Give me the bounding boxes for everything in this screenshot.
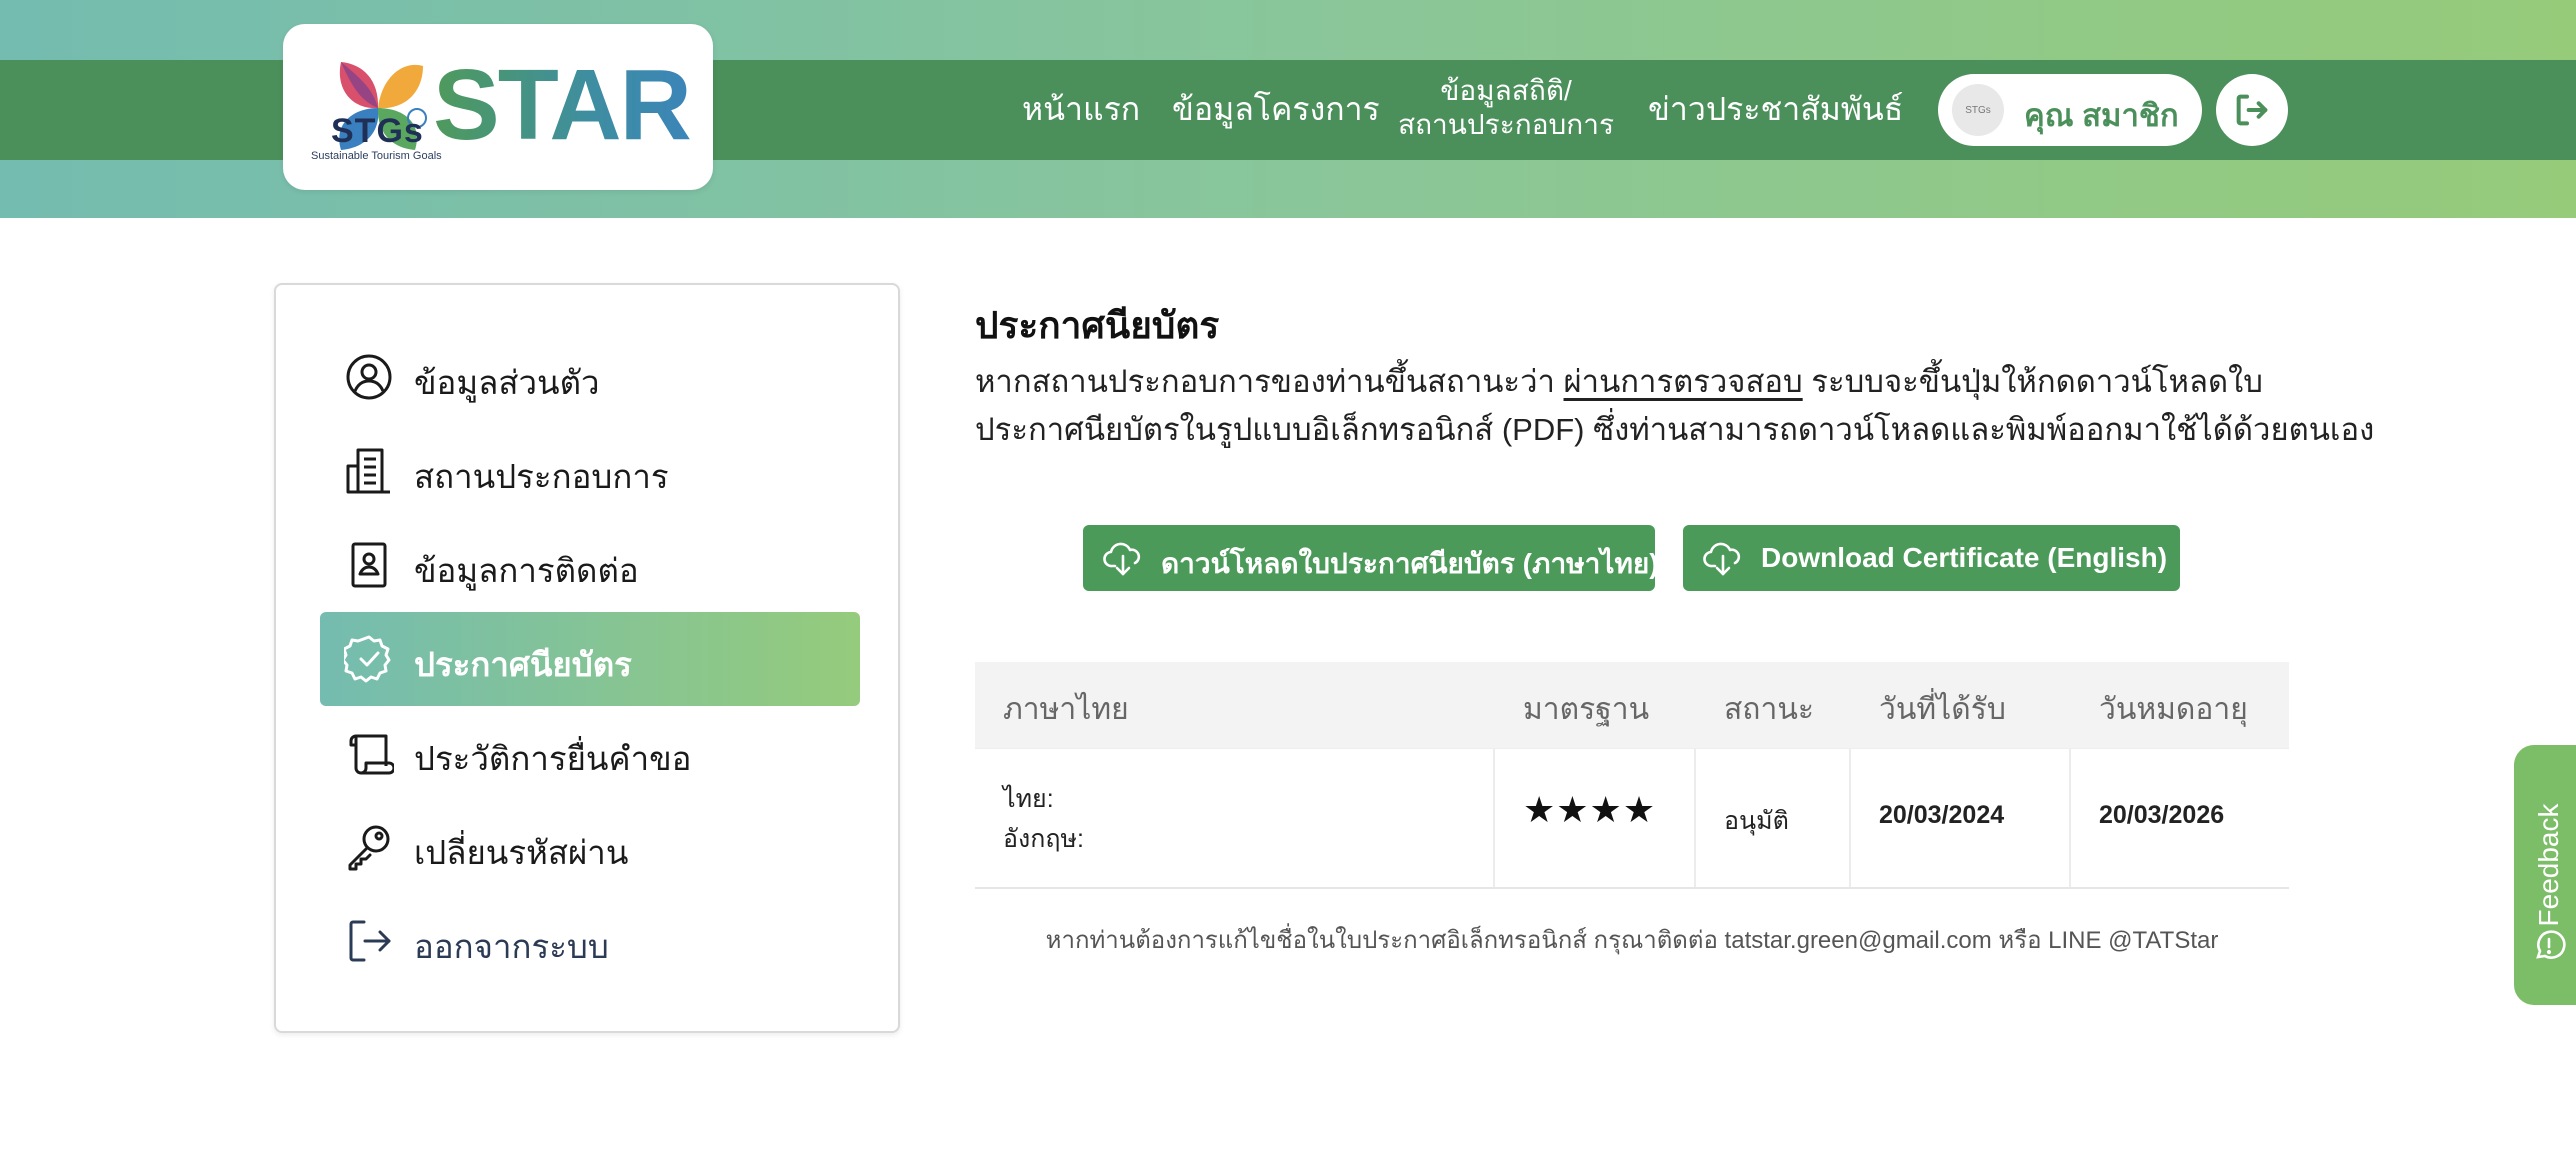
sidebar-item-label: ข้อมูลการติดต่อ [414,552,639,589]
cell-status: อนุมัติ [1724,807,1789,835]
member-name: คุณ สมาชิก [2024,98,2179,133]
sidebar-item-label: ออกจากระบบ [414,928,609,965]
scroll-icon [349,734,394,775]
logo-star-text: STAR [433,49,692,161]
cell-language-thai: ไทย: [1003,785,1054,813]
feedback-label: Feedback [2533,803,2564,927]
nav-statistics[interactable]: ข้อมูลสถิติ/ สถานประกอบการ [1398,74,1614,142]
contact-book-icon [351,542,387,588]
feedback-chat-icon [2536,930,2566,959]
account-sidebar: ข้อมูลส่วนตัว สถานประกอบการ ข้อมูลการติด… [274,283,900,1033]
certificate-badge-icon [344,635,391,683]
sidebar-item-change-password[interactable]: เปลี่ยนรหัสผ่าน [320,800,860,894]
sidebar-item-establishment[interactable]: สถานประกอบการ [320,424,860,518]
sidebar-item-label: สถานประกอบการ [414,458,669,495]
logo-stgs-text: STGs [331,112,424,150]
key-icon [348,825,390,871]
sidebar-item-label: ประวัติการยื่นคำขอ [414,740,692,777]
cell-standard-stars: ★★★★ [1523,789,1657,830]
sidebar-item-contact-info[interactable]: ข้อมูลการติดต่อ [320,518,860,612]
nav-news[interactable]: ข่าวประชาสัมพันธ์ [1648,90,1903,128]
cell-received-date: 20/03/2024 [1879,801,2005,829]
nav-statistics-line1: ข้อมูลสถิติ/ [1440,75,1572,106]
site-logo[interactable]: STGs Sustainable Tourism Goals STAR [283,24,713,190]
nav-project-info[interactable]: ข้อมูลโครงการ [1172,90,1380,128]
sidebar-item-certificate[interactable]: ประกาศนียบัตร [320,612,860,706]
logout-icon [2236,94,2268,126]
cloud-download-icon [1703,542,1741,576]
column-header-standard: มาตรฐาน [1523,693,1650,726]
header-logout-button[interactable] [2216,74,2288,146]
cell-expiry-date: 20/03/2026 [2099,801,2225,829]
column-header-language: ภาษาไทย [1003,693,1129,726]
sidebar-item-request-history[interactable]: ประวัติการยื่นคำขอ [320,706,860,800]
column-divider [2069,749,2071,887]
column-divider [1694,749,1696,887]
cloud-download-icon [1103,542,1141,576]
user-circle-icon [346,354,392,400]
column-header-expiry-date: วันหมดอายุ [2099,693,2248,726]
column-divider [1493,749,1495,887]
description-text: หากสถานประกอบการของท่านขึ้นสถานะว่า [975,364,1564,399]
cell-language-english: อังกฤษ: [1003,825,1084,853]
column-divider [1849,749,1851,887]
page-description: หากสถานประกอบการของท่านขึ้นสถานะว่า ผ่าน… [975,358,2425,454]
sidebar-item-personal-info[interactable]: ข้อมูลส่วนตัว [320,330,860,424]
table-row: ไทย: อังกฤษ: ★★★★ อนุมัติ 20/03/2024 20/… [975,748,2289,889]
feedback-tab[interactable]: Feedback [2514,745,2576,1005]
download-thai-label: ดาวน์โหลดใบประกาศนียบัตร (ภาษาไทย) [1161,548,1659,579]
column-header-status: สถานะ [1724,693,1814,726]
download-english-label: Download Certificate (English) [1761,542,2168,573]
sidebar-item-label: ประกาศนียบัตร [414,646,632,683]
sidebar-item-label: เปลี่ยนรหัสผ่าน [414,834,629,871]
avatar: STGs [1952,84,2004,136]
sidebar-item-logout[interactable]: ออกจากระบบ [320,894,860,988]
building-icon [346,448,390,494]
nav-home[interactable]: หน้าแรก [1022,90,1140,128]
sidebar-item-label: ข้อมูลส่วนตัว [414,364,600,401]
column-header-received-date: วันที่ได้รับ [1879,693,2006,726]
table-header: ภาษาไทย มาตรฐาน สถานะ วันที่ได้รับ วันหม… [975,662,2289,748]
contact-footnote: หากท่านต้องการแก้ไขชื่อในใบประกาศอิเล็กท… [1045,927,2219,954]
description-highlight: ผ่านการตรวจสอบ [1563,364,1803,399]
logout-icon [349,920,391,962]
logo-subtitle: Sustainable Tourism Goals [311,150,442,162]
page-title: ประกาศนียบัตร [975,305,1220,346]
nav-statistics-line2: สถานประกอบการ [1398,109,1615,140]
member-profile-button[interactable]: STGs คุณ สมาชิก [1938,74,2202,146]
download-certificate-english-button[interactable]: Download Certificate (English) [1683,525,2180,591]
download-certificate-thai-button[interactable]: ดาวน์โหลดใบประกาศนียบัตร (ภาษาไทย) [1083,525,1659,591]
